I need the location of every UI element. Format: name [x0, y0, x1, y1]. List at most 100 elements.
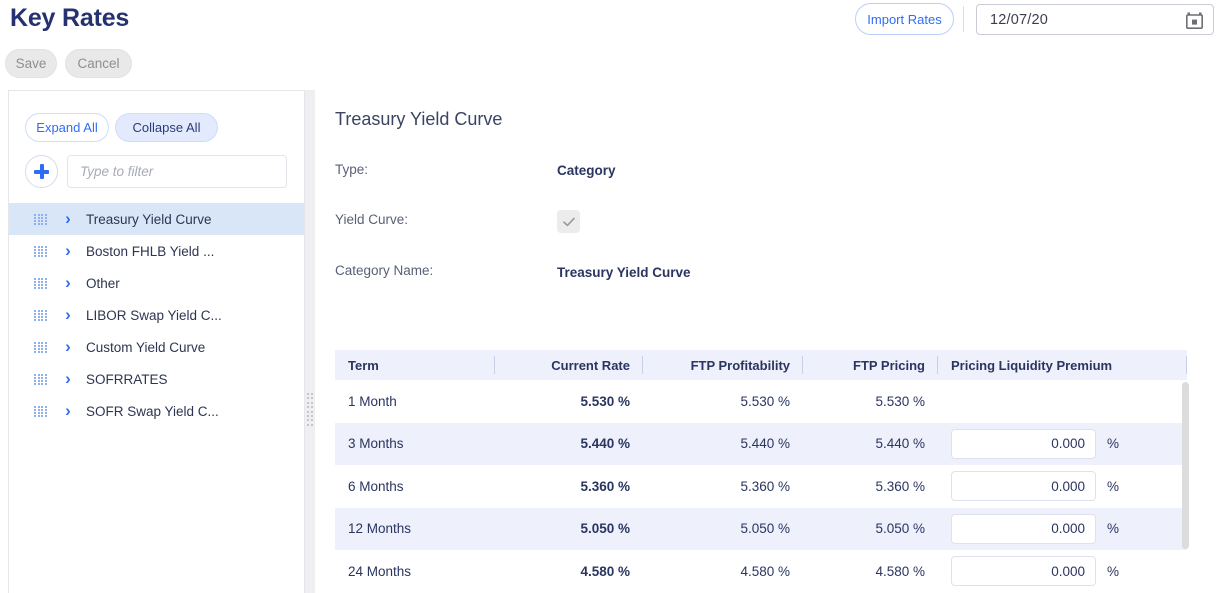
column-header-ftp-profitability[interactable]: FTP Profitability — [643, 350, 803, 380]
cell-pricing-liquidity-premium: % — [938, 465, 1187, 508]
column-header-label: Pricing Liquidity Premium — [951, 357, 1113, 373]
date-field[interactable]: 12/07/20 — [976, 4, 1214, 35]
cell-current-rate: 4.580 % — [580, 563, 630, 579]
rates-table: Term Current Rate FTP Profitability FTP Pri… — [335, 350, 1187, 593]
pricing-liquidity-premium-input[interactable] — [951, 471, 1096, 502]
table-row[interactable]: 3 Months 5.440 % 5.440 % 5.440 %% — [335, 422, 1187, 466]
drag-handle-icon[interactable] — [34, 341, 47, 353]
cell-term: 12 Months — [348, 521, 412, 537]
chevron-right-icon[interactable]: › — [57, 273, 79, 293]
plus-icon — [34, 164, 49, 179]
expand-all-button[interactable]: Expand All — [25, 113, 109, 142]
column-divider — [1186, 356, 1187, 374]
chevron-right-icon[interactable]: › — [57, 241, 79, 261]
filter-input[interactable] — [67, 155, 287, 188]
pricing-liquidity-premium-input[interactable] — [951, 513, 1096, 544]
table-vertical-scrollbar[interactable] — [1182, 382, 1189, 549]
toolbar-divider — [963, 6, 964, 32]
category-name-value: Treasury Yield Curve — [557, 265, 691, 280]
column-header-label: FTP Profitability — [690, 357, 790, 373]
drag-handle-icon[interactable] — [34, 277, 47, 289]
tree-item-sofr-swap-yield-c[interactable]: › SOFR Swap Yield C... — [9, 395, 304, 427]
column-header-current-rate[interactable]: Current Rate — [495, 350, 643, 380]
column-header-ftp-pricing[interactable]: FTP Pricing — [803, 350, 938, 380]
table-row[interactable]: 24 Months 4.580 % 4.580 % 4.580 %% — [335, 550, 1187, 593]
chevron-right-icon[interactable]: › — [57, 209, 79, 229]
table-row[interactable]: 6 Months 5.360 % 5.360 % 5.360 %% — [335, 465, 1187, 508]
column-header-pricing-liquidity-premium[interactable]: Pricing Liquidity Premium — [938, 350, 1187, 380]
yield-curve-tree-panel: Expand All Collapse All › Treasury Yield … — [8, 90, 305, 593]
column-header-term[interactable]: Term — [335, 350, 495, 380]
page-title: Key Rates — [10, 4, 130, 32]
cell-ftp-pricing: 5.440 % — [875, 436, 925, 452]
table-header-row: Term Current Rate FTP Profitability FTP Pri… — [335, 350, 1187, 380]
cell-ftp-pricing: 5.360 % — [875, 478, 925, 494]
cell-ftp-profitability: 5.050 % — [740, 521, 790, 537]
tree-item-other[interactable]: › Other — [9, 267, 304, 299]
yield-curve-label: Yield Curve: — [335, 212, 409, 227]
detail-panel: Treasury Yield Curve Type: Category Yiel… — [315, 90, 1219, 593]
percent-suffix: % — [1107, 521, 1120, 537]
category-name-label: Category Name: — [335, 263, 434, 278]
chevron-right-icon[interactable]: › — [57, 401, 79, 421]
tree-item-label: Boston FHLB Yield ... — [86, 243, 215, 259]
splitter-grip-icon[interactable] — [307, 393, 314, 427]
tree-item-treasury-yield-curve[interactable]: › Treasury Yield Curve — [9, 203, 304, 235]
top-bar: Key Rates Save Cancel Import Rates 12/07… — [0, 0, 1219, 88]
yield-curve-tree: › Treasury Yield Curve › Boston FHLB Yield … — [9, 203, 304, 427]
type-value: Category — [557, 163, 616, 178]
tree-item-boston-fhlb-yield[interactable]: › Boston FHLB Yield ... — [9, 235, 304, 267]
collapse-all-button[interactable]: Collapse All — [115, 113, 218, 142]
cell-ftp-profitability: 5.440 % — [740, 436, 790, 452]
cell-term: 3 Months — [348, 436, 404, 452]
chevron-right-icon[interactable]: › — [57, 337, 79, 357]
tree-item-label: LIBOR Swap Yield C... — [86, 307, 222, 323]
percent-suffix: % — [1107, 436, 1120, 452]
cell-ftp-pricing: 5.530 % — [875, 393, 925, 409]
save-button[interactable]: Save — [5, 49, 57, 78]
cell-ftp-pricing: 5.050 % — [875, 521, 925, 537]
chevron-right-icon[interactable]: › — [57, 369, 79, 389]
pricing-liquidity-premium-input[interactable] — [951, 428, 1096, 459]
table-row[interactable]: 1 Month 5.530 % 5.530 % 5.530 % — [335, 380, 1187, 423]
cell-pricing-liquidity-premium: % — [938, 550, 1187, 593]
cell-ftp-pricing: 4.580 % — [875, 563, 925, 579]
detail-title: Treasury Yield Curve — [335, 109, 503, 129]
cell-pricing-liquidity-premium: % — [938, 423, 1187, 466]
drag-handle-icon[interactable] — [34, 245, 47, 257]
add-item-button[interactable] — [25, 155, 58, 188]
pricing-liquidity-premium-input[interactable] — [951, 556, 1096, 587]
date-value: 12/07/20 — [990, 12, 1049, 28]
cell-pricing-liquidity-premium — [938, 380, 1187, 423]
column-header-label: Current Rate — [551, 357, 630, 373]
cell-current-rate: 5.440 % — [580, 436, 630, 452]
drag-handle-icon[interactable] — [34, 373, 47, 385]
cell-ftp-profitability: 5.530 % — [740, 393, 790, 409]
import-rates-button[interactable]: Import Rates — [855, 3, 954, 35]
tree-item-label: SOFR Swap Yield C... — [86, 403, 219, 419]
tree-item-label: SOFRRATES — [86, 371, 168, 387]
column-header-label: Term — [348, 357, 379, 373]
column-header-label: FTP Pricing — [853, 357, 925, 373]
cancel-button[interactable]: Cancel — [65, 49, 132, 78]
tree-item-custom-yield-curve[interactable]: › Custom Yield Curve — [9, 331, 304, 363]
drag-handle-icon[interactable] — [34, 309, 47, 321]
tree-item-label: Treasury Yield Curve — [86, 211, 212, 227]
cell-term: 6 Months — [348, 478, 404, 494]
percent-suffix: % — [1107, 563, 1120, 579]
tree-item-sofrrates[interactable]: › SOFRRATES — [9, 363, 304, 395]
tree-item-libor-swap-yield-c[interactable]: › LIBOR Swap Yield C... — [9, 299, 304, 331]
table-row[interactable]: 12 Months 5.050 % 5.050 % 5.050 %% — [335, 507, 1187, 551]
key-rates-page: Key Rates Save Cancel Import Rates 12/07… — [0, 0, 1219, 593]
cell-current-rate: 5.050 % — [580, 521, 630, 537]
chevron-right-icon[interactable]: › — [57, 305, 79, 325]
cell-current-rate: 5.360 % — [580, 478, 630, 494]
pane-splitter[interactable] — [305, 90, 315, 593]
cell-pricing-liquidity-premium: % — [938, 508, 1187, 551]
cell-term: 24 Months — [348, 563, 412, 579]
percent-suffix: % — [1107, 478, 1120, 494]
drag-handle-icon[interactable] — [34, 213, 47, 225]
calendar-icon[interactable] — [1186, 12, 1203, 29]
drag-handle-icon[interactable] — [34, 405, 47, 417]
type-label: Type: — [335, 162, 369, 177]
